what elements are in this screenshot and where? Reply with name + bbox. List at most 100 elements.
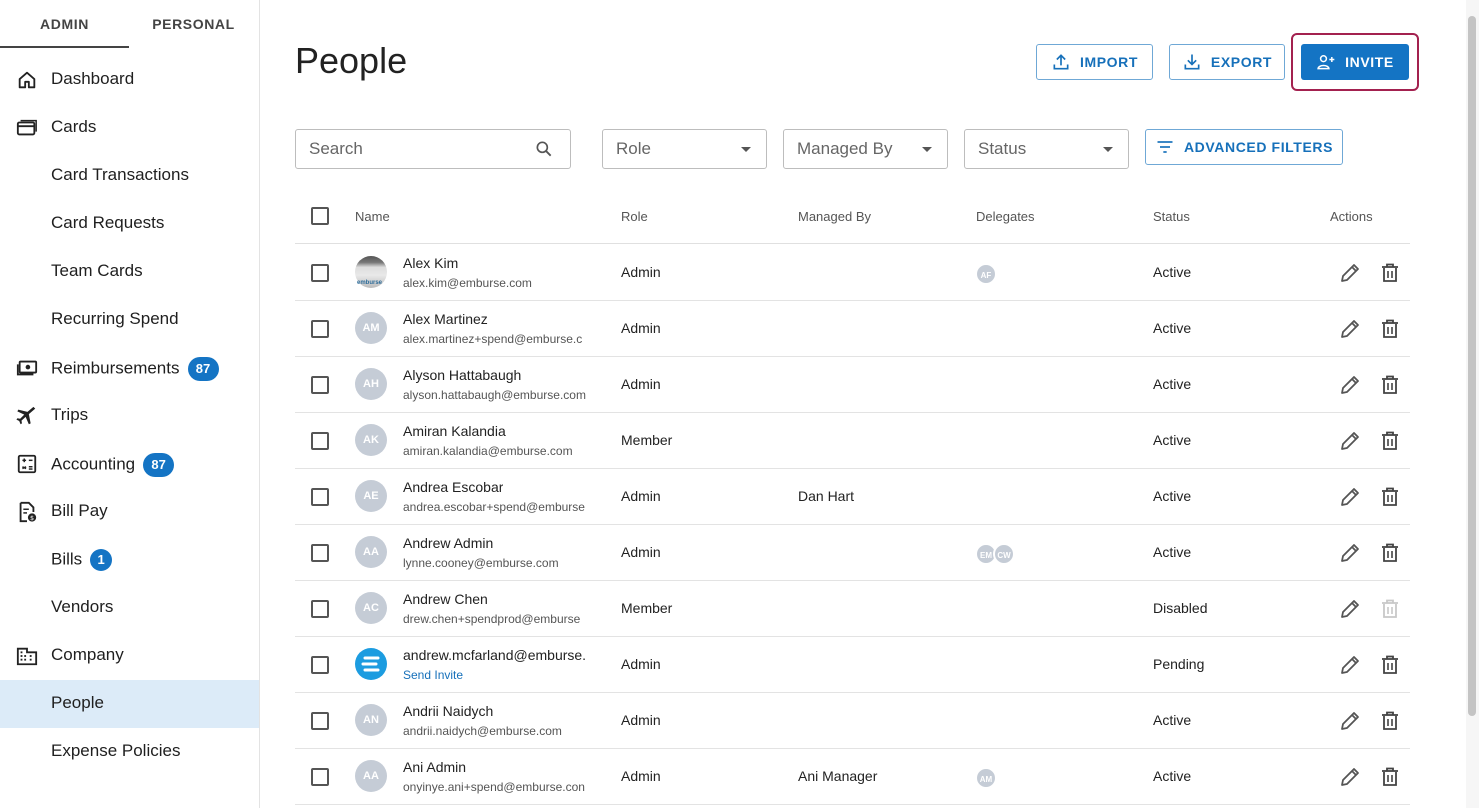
row-checkbox[interactable] — [311, 544, 329, 562]
edit-icon[interactable] — [1338, 709, 1362, 733]
import-button[interactable]: IMPORT — [1036, 44, 1153, 80]
sidebar-item-expense-policies[interactable]: Expense Policies — [0, 728, 259, 776]
cards-icon — [16, 119, 37, 136]
trash-icon[interactable] — [1378, 541, 1402, 565]
export-button[interactable]: EXPORT — [1169, 44, 1285, 80]
sidebar-item-trips[interactable]: Trips — [0, 392, 259, 440]
row-checkbox[interactable] — [311, 488, 329, 506]
person-role: Admin — [621, 320, 661, 336]
sidebar: ADMIN PERSONAL Dashboard Cards Card Tran… — [0, 0, 260, 808]
row-checkbox[interactable] — [311, 712, 329, 730]
person-email: andrea.escobar+spend@emburse — [403, 500, 585, 514]
search-input[interactable]: Search — [295, 129, 571, 169]
edit-icon[interactable] — [1338, 541, 1362, 565]
advanced-filters-button[interactable]: ADVANCED FILTERS — [1145, 129, 1343, 165]
table-row[interactable]: emburse Alex Kim alex.kim@emburse.com Admin… — [295, 245, 1410, 301]
money-icon — [16, 360, 38, 376]
avatar — [355, 648, 387, 680]
person-email: andrii.naidych@emburse.com — [403, 724, 562, 738]
person-name: Amiran Kalandia — [403, 423, 506, 439]
sidebar-item-bills[interactable]: Bills 1 — [0, 536, 259, 584]
trash-icon[interactable] — [1378, 373, 1402, 397]
column-header-status[interactable]: Status — [1153, 209, 1190, 224]
sidebar-item-vendors[interactable]: Vendors — [0, 584, 259, 632]
row-checkbox[interactable] — [311, 320, 329, 338]
trash-icon[interactable] — [1378, 429, 1402, 453]
column-header-name[interactable]: Name — [355, 209, 390, 224]
person-status: Active — [1153, 544, 1192, 560]
column-header-managed-by[interactable]: Managed By — [798, 209, 871, 224]
table-row[interactable]: AH Alyson Hattabaugh alyson.hattabaugh@emb… — [295, 357, 1410, 413]
person-manager: Ani Manager — [798, 768, 878, 784]
row-checkbox[interactable] — [311, 768, 329, 786]
row-checkbox[interactable] — [311, 656, 329, 674]
home-icon — [18, 71, 36, 89]
chevron-down-icon — [741, 147, 751, 152]
table-row[interactable]: AA Andrew Admin lynne.cooney@emburse.com Ad… — [295, 525, 1410, 581]
select-all-checkbox[interactable] — [311, 207, 329, 225]
trash-icon[interactable] — [1378, 485, 1402, 509]
person-email: amiran.kalandia@emburse.com — [403, 444, 573, 458]
person-status: Active — [1153, 488, 1192, 504]
row-checkbox[interactable] — [311, 376, 329, 394]
column-header-role[interactable]: Role — [621, 209, 648, 224]
person-name: andrew.mcfarland@emburse. — [403, 647, 587, 663]
delegate-avatar: CW — [993, 543, 1015, 565]
scrollbar-thumb[interactable] — [1468, 16, 1476, 716]
row-checkbox[interactable] — [311, 600, 329, 618]
tab-admin[interactable]: ADMIN — [0, 0, 129, 48]
trash-icon[interactable] — [1378, 765, 1402, 789]
edit-icon[interactable] — [1338, 485, 1362, 509]
edit-icon[interactable] — [1338, 261, 1362, 285]
person-manager: Dan Hart — [798, 488, 855, 504]
person-email: alex.kim@emburse.com — [403, 276, 532, 290]
table-row[interactable]: andrew.mcfarland@emburse. Send Invite Admi… — [295, 637, 1410, 693]
send-invite-link[interactable]: Send Invite — [403, 668, 463, 682]
sidebar-item-label: Accounting 87 — [51, 453, 175, 477]
sidebar-item-card-requests[interactable]: Card Requests — [0, 200, 259, 248]
managed-by-select[interactable]: Managed By — [783, 129, 948, 169]
table-row[interactable]: AA Ani Admin onyinye.ani+spend@emburse.con… — [295, 749, 1410, 805]
edit-icon[interactable] — [1338, 373, 1362, 397]
table-row[interactable]: AN Andrii Naidych andrii.naidych@emburse.c… — [295, 693, 1410, 749]
column-header-actions: Actions — [1330, 209, 1373, 224]
mode-tabs: ADMIN PERSONAL — [0, 0, 259, 48]
person-status: Active — [1153, 768, 1192, 784]
edit-icon[interactable] — [1338, 429, 1362, 453]
sidebar-item-recurring-spend[interactable]: Recurring Spend — [0, 296, 259, 344]
sidebar-item-team-cards[interactable]: Team Cards — [0, 248, 259, 296]
person-name: Ani Admin — [403, 759, 467, 775]
trash-icon[interactable] — [1378, 317, 1402, 341]
sidebar-item-dashboard[interactable]: Dashboard — [0, 56, 259, 104]
edit-icon[interactable] — [1338, 597, 1362, 621]
table-row[interactable]: AE Andrea Escobar andrea.escobar+spend@emb… — [295, 469, 1410, 525]
person-status: Active — [1153, 264, 1192, 280]
sidebar-item-accounting[interactable]: Accounting 87 — [0, 440, 259, 488]
person-role: Member — [621, 432, 673, 448]
table-row[interactable]: AC Andrew Chen drew.chen+spendprod@emburse… — [295, 581, 1410, 637]
sidebar-item-card-transactions[interactable]: Card Transactions — [0, 152, 259, 200]
tab-personal[interactable]: PERSONAL — [129, 0, 258, 48]
invite-button[interactable]: INVITE — [1301, 44, 1409, 80]
trash-icon[interactable] — [1378, 261, 1402, 285]
invite-label: INVITE — [1345, 54, 1394, 70]
person-role: Admin — [621, 656, 661, 672]
edit-icon[interactable] — [1338, 317, 1362, 341]
edit-icon[interactable] — [1338, 653, 1362, 677]
row-checkbox[interactable] — [311, 432, 329, 450]
table-row[interactable]: AM Alex Martinez alex.martinez+spend@embur… — [295, 301, 1410, 357]
sidebar-item-reimbursements[interactable]: Reimbursements 87 — [0, 344, 259, 392]
sidebar-item-people[interactable]: People — [0, 680, 259, 728]
status-select[interactable]: Status — [964, 129, 1129, 169]
person-name: Andrew Admin — [403, 535, 494, 551]
trash-icon[interactable] — [1378, 653, 1402, 677]
role-select[interactable]: Role — [602, 129, 767, 169]
sidebar-item-bill-pay[interactable]: $ Bill Pay — [0, 488, 259, 536]
sidebar-item-cards[interactable]: Cards — [0, 104, 259, 152]
row-checkbox[interactable] — [311, 264, 329, 282]
trash-icon[interactable] — [1378, 709, 1402, 733]
edit-icon[interactable] — [1338, 765, 1362, 789]
delegate-avatar: AM — [975, 767, 997, 789]
table-row[interactable]: AK Amiran Kalandia amiran.kalandia@emburse… — [295, 413, 1410, 469]
sidebar-item-company[interactable]: Company — [0, 632, 259, 680]
